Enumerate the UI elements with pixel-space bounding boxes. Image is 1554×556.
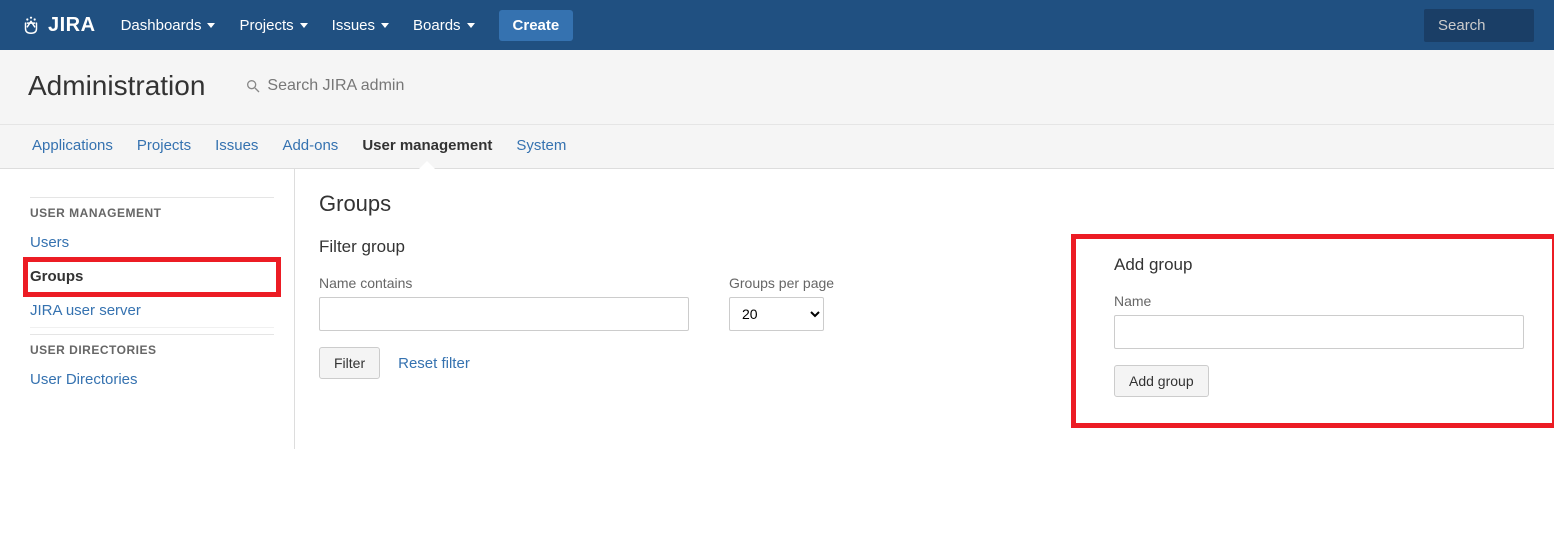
nav-label: Dashboards xyxy=(121,17,202,34)
add-group-name-label: Name xyxy=(1114,293,1534,309)
nav-dashboards[interactable]: Dashboards xyxy=(121,17,216,34)
sidebar: USER MANAGEMENT Users Groups JIRA user s… xyxy=(0,169,295,449)
caret-down-icon xyxy=(300,23,308,28)
add-group-title: Add group xyxy=(1114,255,1534,275)
brand-text: JIRA xyxy=(48,14,96,37)
sidebar-item-users[interactable]: Users xyxy=(30,226,274,260)
tab-projects[interactable]: Projects xyxy=(125,125,203,168)
caret-down-icon xyxy=(207,23,215,28)
tab-user-management[interactable]: User management xyxy=(350,125,504,168)
page-heading: Groups xyxy=(319,191,1554,217)
create-button[interactable]: Create xyxy=(499,10,574,41)
nav-label: Issues xyxy=(332,17,375,34)
nav-issues[interactable]: Issues xyxy=(332,17,389,34)
admin-tabs: Applications Projects Issues Add-ons Use… xyxy=(0,125,1554,169)
jira-logo-icon xyxy=(20,14,42,36)
admin-search[interactable]: Search JIRA admin xyxy=(245,77,404,95)
sidebar-item-groups[interactable]: Groups xyxy=(26,260,278,294)
filter-group-panel: Filter group Name contains Groups per pa… xyxy=(319,237,1074,425)
tab-addons[interactable]: Add-ons xyxy=(270,125,350,168)
sidebar-section-user-management: USER MANAGEMENT xyxy=(30,197,274,226)
global-search-input[interactable] xyxy=(1424,9,1534,42)
add-group-button[interactable]: Add group xyxy=(1114,365,1209,397)
body: USER MANAGEMENT Users Groups JIRA user s… xyxy=(0,169,1554,449)
top-nav: JIRA Dashboards Projects Issues Boards C… xyxy=(0,0,1554,50)
caret-down-icon xyxy=(381,23,389,28)
groups-per-page-label: Groups per page xyxy=(729,275,834,291)
admin-header: Administration Search JIRA admin xyxy=(0,50,1554,125)
add-group-panel: Add group Name Add group xyxy=(1074,237,1554,425)
add-group-name-input[interactable] xyxy=(1114,315,1524,349)
tab-system[interactable]: System xyxy=(504,125,578,168)
nav-boards[interactable]: Boards xyxy=(413,17,475,34)
sidebar-section-user-directories: USER DIRECTORIES xyxy=(30,334,274,363)
tab-issues[interactable]: Issues xyxy=(203,125,270,168)
jira-logo[interactable]: JIRA xyxy=(20,14,96,37)
sidebar-item-user-directories[interactable]: User Directories xyxy=(30,363,274,396)
admin-search-placeholder: Search JIRA admin xyxy=(267,77,404,95)
filter-group-title: Filter group xyxy=(319,237,1034,257)
reset-filter-link[interactable]: Reset filter xyxy=(394,348,474,379)
admin-title: Administration xyxy=(28,70,205,102)
groups-per-page-select[interactable]: 20 xyxy=(729,297,824,331)
nav-label: Boards xyxy=(413,17,461,34)
search-icon xyxy=(245,78,261,94)
caret-down-icon xyxy=(467,23,475,28)
main-content: Groups Filter group Name contains Groups… xyxy=(295,169,1554,449)
nav-label: Projects xyxy=(239,17,293,34)
sidebar-item-jira-user-server[interactable]: JIRA user server xyxy=(30,294,274,328)
name-contains-label: Name contains xyxy=(319,275,689,291)
name-contains-input[interactable] xyxy=(319,297,689,331)
nav-projects[interactable]: Projects xyxy=(239,17,307,34)
filter-button[interactable]: Filter xyxy=(319,347,380,379)
tab-applications[interactable]: Applications xyxy=(20,125,125,168)
nav-items: Dashboards Projects Issues Boards Create xyxy=(121,10,1424,41)
